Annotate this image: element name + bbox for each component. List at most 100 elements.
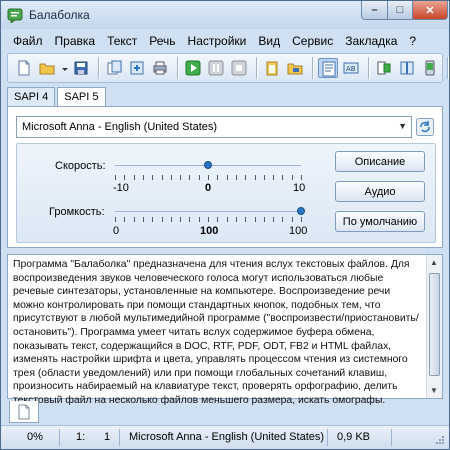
slider-tick [236, 217, 237, 222]
sapi-tabs: SAPI 4 SAPI 5 [7, 87, 108, 108]
slider-tick [292, 175, 293, 180]
scroll-up-icon[interactable]: ▲ [430, 258, 438, 267]
play-button[interactable] [183, 58, 203, 78]
speed-slider-thumb[interactable] [204, 161, 212, 169]
scroll-down-icon[interactable]: ▼ [430, 386, 438, 395]
menu-settings[interactable]: Настройки [182, 31, 253, 51]
volume-label: Громкость: [49, 206, 105, 218]
settings-button[interactable]: AB [341, 58, 361, 78]
audio-button[interactable]: Аудио [335, 181, 425, 202]
slider-tick [208, 175, 209, 180]
pause-button[interactable] [206, 58, 226, 78]
phone-button[interactable] [420, 58, 440, 78]
slider-tick [273, 175, 274, 180]
slider-tick [134, 175, 135, 180]
close-button[interactable]: ✕ [412, 1, 448, 20]
vertical-scrollbar[interactable]: ▲ ▼ [426, 255, 442, 398]
status-separator [119, 429, 120, 446]
text-view-button[interactable] [318, 58, 338, 78]
open-dropdown-button[interactable] [60, 58, 68, 78]
minimize-button[interactable]: – [361, 1, 388, 20]
toolbar: AB ? [7, 53, 449, 83]
tab-sapi5[interactable]: SAPI 5 [57, 87, 106, 108]
chevron-down-icon: ▼ [398, 121, 407, 131]
menu-text[interactable]: Текст [101, 31, 143, 51]
toolbar-separator [98, 57, 100, 79]
status-bar: 0% 1: 1 Microsoft Anna - English (United… [1, 425, 449, 449]
voice-select-value: Microsoft Anna - English (United States) [22, 121, 218, 133]
slider-tick [217, 217, 218, 222]
voice-select[interactable]: Microsoft Anna - English (United States)… [16, 116, 412, 138]
slider-tick [199, 217, 200, 222]
save-icon [74, 61, 88, 75]
volume-slider-thumb[interactable] [297, 207, 305, 215]
stop-button[interactable] [229, 58, 249, 78]
document-text-area[interactable]: Программа "Балаболка" предназначена для … [7, 254, 443, 406]
export-icon [130, 61, 144, 75]
slider-tick [227, 217, 228, 222]
slider-tick [264, 217, 265, 222]
slider-tick [282, 175, 283, 180]
clipboard-button[interactable] [262, 58, 282, 78]
speed-ticks [115, 175, 302, 181]
slider-tick [264, 175, 265, 180]
batch-folder-button[interactable] [285, 58, 305, 78]
menu-tools[interactable]: Сервис [286, 31, 339, 51]
slider-tick [208, 217, 209, 222]
status-column: 1 [104, 431, 111, 443]
volume-value: 100 [200, 225, 219, 237]
default-button[interactable]: По умолчанию [335, 211, 425, 232]
text-view-icon [322, 61, 336, 77]
slider-tick [152, 217, 153, 222]
window-title: Балаболка [29, 8, 90, 22]
new-document-button[interactable] [14, 58, 34, 78]
menu-file[interactable]: Файл [7, 31, 49, 51]
book-button[interactable] [397, 58, 417, 78]
voice-button[interactable] [374, 58, 394, 78]
menu-help[interactable]: ? [403, 31, 422, 51]
volume-slider-track[interactable] [115, 211, 301, 212]
document-tabs [7, 401, 443, 423]
status-separator [391, 429, 392, 446]
slider-tick [171, 175, 172, 180]
save-button[interactable] [71, 58, 91, 78]
menu-bookmark[interactable]: Закладка [339, 31, 403, 51]
sliders-area: Скорость: -10 0 10 Громкость: 0 100 100 … [16, 143, 436, 243]
toolbar-separator [312, 57, 314, 79]
slider-tick [180, 175, 181, 180]
maximize-icon: □ [396, 4, 404, 16]
menu-speech[interactable]: Речь [143, 31, 181, 51]
menu-view[interactable]: Вид [252, 31, 286, 51]
slider-tick [171, 217, 172, 222]
volume-max: 100 [289, 225, 308, 237]
scrollbar-thumb[interactable] [429, 273, 440, 376]
status-voice: Microsoft Anna - English (United States) [129, 431, 325, 443]
app-logo-icon [7, 8, 23, 23]
clipboard-icon [266, 61, 278, 76]
document-tab[interactable] [9, 401, 39, 423]
open-button[interactable] [37, 58, 57, 78]
maximize-button[interactable]: □ [387, 1, 413, 20]
slider-tick [227, 175, 228, 180]
slider-tick [115, 175, 116, 180]
description-button[interactable]: Описание [335, 151, 425, 172]
tab-sapi4[interactable]: SAPI 4 [7, 87, 56, 107]
speed-max: 10 [293, 182, 306, 194]
resize-grip-icon[interactable] [433, 435, 445, 447]
convert-button[interactable] [104, 58, 124, 78]
slider-tick [124, 217, 125, 222]
export-button[interactable] [127, 58, 147, 78]
print-button[interactable] [150, 58, 170, 78]
toolbar-separator [177, 57, 179, 79]
title-bar[interactable]: Балаболка – □ ✕ [1, 1, 449, 29]
slider-tick [124, 175, 125, 180]
menu-bar: Файл Правка Текст Речь Настройки Вид Сер… [7, 31, 422, 51]
refresh-icon[interactable] [416, 118, 434, 136]
pause-icon [208, 60, 224, 76]
menu-edit[interactable]: Правка [49, 31, 102, 51]
document-text[interactable]: Программа "Балаболка" предназначена для … [13, 258, 421, 408]
toolbar-separator [368, 57, 370, 79]
slider-tick [292, 217, 293, 222]
book-icon [400, 61, 414, 75]
slider-tick [245, 217, 246, 222]
